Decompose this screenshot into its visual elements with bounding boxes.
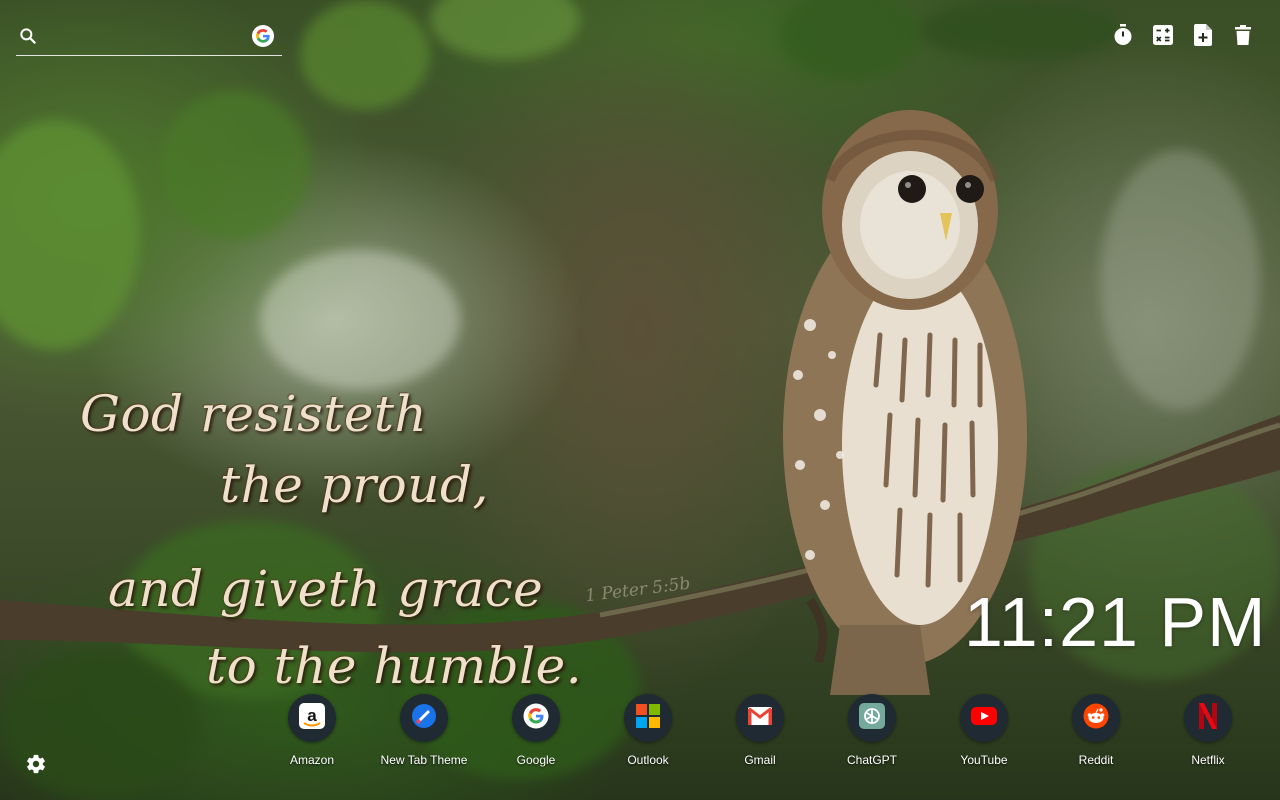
quote-line-4: to the humble.: [206, 637, 583, 695]
reddit-icon: [1083, 703, 1109, 734]
toolbar: [1112, 24, 1254, 46]
chatgpt-icon: [859, 702, 885, 734]
youtube-icon: [971, 706, 997, 730]
shortcut-label: Outlook: [627, 753, 669, 767]
gmail-icon: [748, 706, 772, 730]
netflix-icon: [1199, 702, 1217, 734]
gear-icon: [27, 754, 45, 774]
google-search-engine-icon[interactable]: [252, 25, 274, 47]
shortcut-label: Reddit: [1078, 753, 1114, 767]
outlook-icon: [636, 703, 660, 733]
shortcut-label: Google: [516, 753, 556, 767]
amazon-icon: a: [299, 702, 325, 734]
shortcut-label: New Tab Theme: [380, 753, 468, 767]
quote-line-3: and giveth grace: [108, 560, 544, 618]
shortcut-label: Amazon: [289, 753, 335, 767]
google-icon: [523, 703, 549, 734]
svg-text:a: a: [307, 706, 317, 725]
quote-line-2: the proud,: [220, 456, 489, 514]
shortcut-chatgpt[interactable]: ChatGPT: [816, 694, 928, 767]
clock: 11:21 PM: [964, 583, 1267, 661]
calculator-icon[interactable]: [1152, 24, 1174, 46]
shortcut-label: YouTube: [960, 753, 1008, 767]
timer-icon[interactable]: [1112, 24, 1134, 46]
shortcut-new-tab-theme[interactable]: New Tab Theme: [368, 694, 480, 767]
search-bar[interactable]: [16, 18, 282, 56]
new-note-icon[interactable]: [1192, 24, 1214, 46]
shortcut-label: Gmail: [744, 753, 776, 767]
trash-icon[interactable]: [1232, 24, 1254, 46]
shortcut-amazon[interactable]: a Amazon: [256, 694, 368, 767]
shortcut-label: ChatGPT: [846, 753, 897, 767]
shortcut-outlook[interactable]: Outlook: [592, 694, 704, 767]
new-tab-theme-icon: [411, 703, 437, 734]
shortcut-google[interactable]: Google: [480, 694, 592, 767]
settings-button[interactable]: [25, 753, 47, 775]
search-icon[interactable]: [18, 26, 38, 46]
quote-line-1: God resisteth: [80, 385, 428, 443]
shortcut-gmail[interactable]: Gmail: [704, 694, 816, 767]
shortcut-netflix[interactable]: Netflix: [1152, 694, 1264, 767]
shortcut-label: Netflix: [1191, 753, 1225, 767]
search-input[interactable]: [50, 24, 254, 50]
shortcut-youtube[interactable]: YouTube: [928, 694, 1040, 767]
shortcut-reddit[interactable]: Reddit: [1040, 694, 1152, 767]
